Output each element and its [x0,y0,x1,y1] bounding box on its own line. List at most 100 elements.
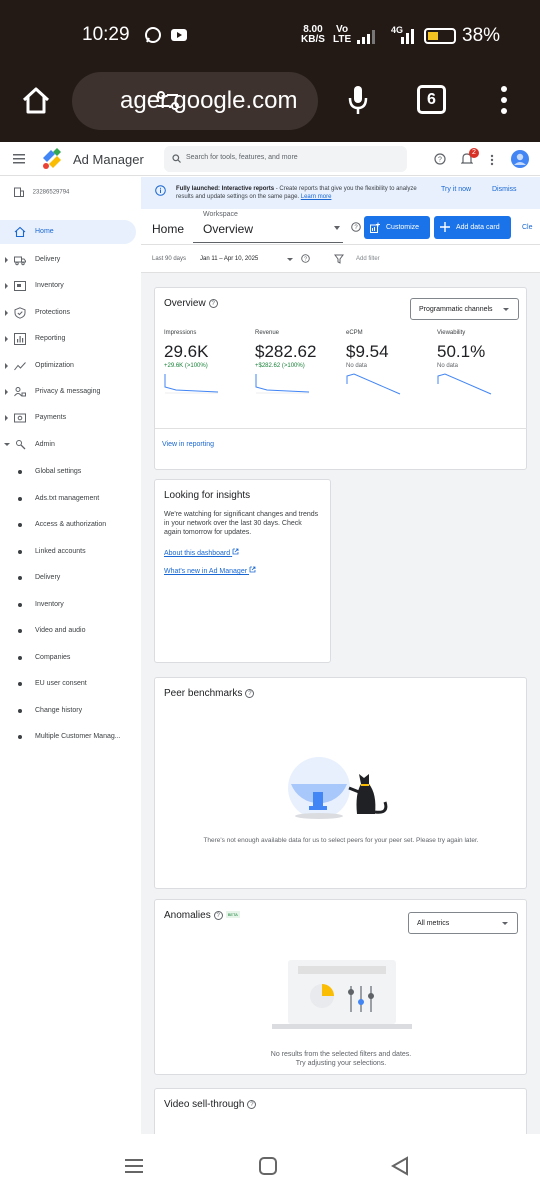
sidebar-item-protections[interactable]: Protections [0,301,141,325]
sidebar-subitem[interactable]: Linked accounts [0,540,141,564]
bullet-icon [18,629,22,633]
sidebar-subitem-label: Delivery [35,574,61,581]
sidebar-subitem[interactable]: Video and audio [0,619,141,643]
mic-icon[interactable] [346,84,370,116]
channel-select[interactable]: Programmatic channels [410,298,519,320]
sidebar-item-payments[interactable]: Payments [0,406,141,430]
metric-ecpm[interactable]: eCPM $9.54 No data [346,330,431,400]
expand-caret-icon[interactable] [5,363,8,369]
sidebar-item-privacy-messaging[interactable]: Privacy & messaging [0,380,141,404]
nav-home-icon[interactable] [258,1156,278,1176]
workspace-select[interactable]: Workspace Overview [193,209,343,243]
metric-label: Impressions [164,330,197,336]
date-dropdown-icon[interactable] [287,258,293,261]
sidebar-item-inventory[interactable]: Inventory [0,274,141,298]
status-time: 10:29 [82,24,130,45]
hamburger-menu-icon[interactable] [13,154,25,164]
sidebar-subitem[interactable]: Delivery [0,566,141,590]
metric-impressions[interactable]: Impressions 29.6K +29.6K (>100%) [164,330,249,400]
bullet-icon [18,549,22,554]
anomalies-card: Anomalies? BETA All metrics No results fr… [154,899,527,1075]
dismiss-button[interactable]: Dismiss [492,186,517,193]
expand-caret-icon[interactable] [5,310,8,316]
sidebar-subitem[interactable]: Global settings [0,460,141,484]
metric-delta: +$282.62 (>100%) [255,363,305,369]
tab-switcher-button[interactable]: 6 [417,85,446,114]
sidebar-item-label: Privacy & messaging [35,388,101,395]
search-input[interactable]: Search for tools, features, and more [164,146,407,172]
add-data-card-button[interactable]: Add data card [434,216,511,239]
app-header: Ad Manager Search for tools, features, a… [0,142,540,176]
home-icon [14,226,26,238]
inventory-icon [14,281,26,291]
chevron-down-icon [503,308,509,311]
sidebar-subitem[interactable]: Inventory [0,593,141,617]
sidebar-item-optimization[interactable]: Optimization [0,354,141,378]
network-speed: 8.00 KB/S [301,24,325,45]
main-content: Fully launched: Interactive reports - Cr… [141,177,540,1134]
expand-caret-icon[interactable] [5,257,8,263]
expand-caret-icon[interactable] [5,415,8,421]
clear-button[interactable]: Cle [522,224,533,231]
filter-icon[interactable] [334,254,344,264]
breadcrumb-home[interactable]: Home [152,222,184,236]
workspace-help-icon[interactable]: ? [351,222,361,232]
customize-button[interactable]: Customize [364,216,430,239]
browser-home-button[interactable] [20,84,52,116]
expand-caret-icon[interactable] [4,443,10,446]
try-it-now-button[interactable]: Try it now [441,186,471,193]
sidebar-subitem[interactable]: Ads.txt management [0,487,141,511]
admin-icon [16,440,26,450]
sidebar-item-home[interactable]: Home [0,220,136,244]
filter-bar: Last 90 days Jan 11 – Apr 10, 2025 ? Add… [141,245,540,273]
date-range-label[interactable]: Last 90 days [152,256,186,262]
date-range-value[interactable]: Jan 11 – Apr 10, 2025 [200,256,258,262]
overview-help-icon[interactable]: ? [208,299,218,308]
video-help-icon[interactable]: ? [247,1100,257,1109]
expand-caret-icon[interactable] [5,389,8,395]
expand-caret-icon[interactable] [5,336,8,342]
metric-select[interactable]: All metrics [408,912,518,934]
browser-toolbar: ager.google.com 6 [0,72,540,142]
sidebar: 23286529794 Home Delivery Inventory Protect… [0,177,141,1134]
sidebar-subitem[interactable]: EU user consent [0,672,141,696]
metric-viewability[interactable]: Viewability 50.1% No data [437,330,522,400]
expand-caret-icon[interactable] [5,283,8,289]
sidebar-item-admin[interactable]: Admin [0,433,141,457]
sidebar-subitem-label: Multiple Customer Manag... [35,733,121,740]
view-in-reporting-link[interactable]: View in reporting [162,441,214,448]
address-bar[interactable]: ager.google.com [72,72,318,130]
search-placeholder: Search for tools, features, and more [186,154,298,161]
recent-apps-icon[interactable] [124,1156,144,1176]
whats-new-link[interactable]: What's new in Ad Manager [164,566,256,575]
metric-revenue[interactable]: Revenue $282.62 +$282.62 (>100%) [255,330,340,400]
sidebar-subitem[interactable]: Companies [0,646,141,670]
sidebar-subitem[interactable]: Multiple Customer Manag... [0,725,141,749]
sidebar-item-label: Admin [35,441,55,448]
sidebar-subitem-label: Companies [35,653,71,661]
more-vert-icon[interactable] [490,154,494,166]
learn-more-link[interactable]: Learn more [301,194,332,200]
sidebar-subitem[interactable]: Change history [0,699,141,723]
bullet-icon [18,708,22,713]
help-icon[interactable]: ? [434,153,446,165]
add-filter-input[interactable]: Add filter [356,256,380,262]
metric-label: Revenue [255,330,280,336]
bullet-icon [18,470,22,474]
svg-text:?: ? [354,225,358,231]
back-icon[interactable] [390,1156,410,1176]
browser-menu-icon[interactable] [499,85,509,115]
about-dashboard-link[interactable]: About this dashboard [164,548,239,557]
sidebar-item-reporting[interactable]: Reporting [0,327,141,351]
anomalies-help-icon[interactable]: ? [213,911,223,920]
account-avatar[interactable] [511,150,529,168]
network-id[interactable]: 23286529794 [14,187,69,197]
overview-title: Overview? [164,298,218,309]
sidebar-item-delivery[interactable]: Delivery [0,248,141,272]
sidebar-subitem[interactable]: Access & authorization [0,513,141,537]
peer-help-icon[interactable]: ? [245,689,255,698]
svg-text:?: ? [304,257,307,263]
date-help-icon[interactable]: ? [301,254,310,263]
sidebar-subitem-label: Video and audio [35,627,86,634]
sidebar-subitem-label: Change history [35,706,83,714]
